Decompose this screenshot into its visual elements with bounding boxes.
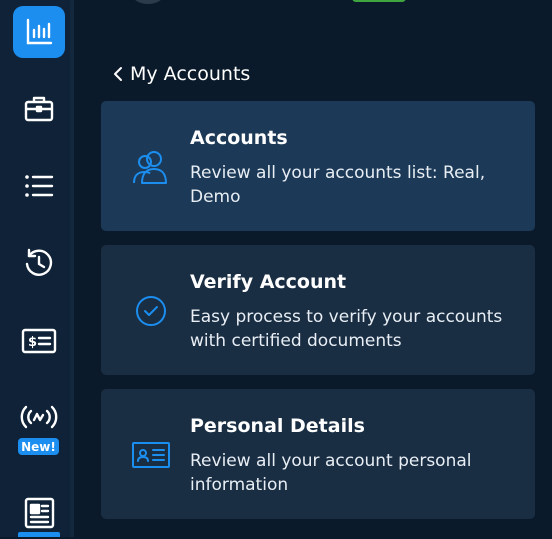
check-circle-icon [131, 293, 171, 329]
card-description: Easy process to verify your accounts wit… [190, 307, 503, 351]
card-title: Accounts [190, 127, 288, 149]
sidebar-item-analytics[interactable] [13, 6, 65, 58]
card-description: Review all your account personal informa… [190, 451, 472, 495]
sidebar-item-orders[interactable] [13, 160, 65, 212]
card-description: Review all your accounts list: Real, Dem… [190, 163, 486, 207]
avatar[interactable] [128, 0, 168, 4]
sidebar-item-deposit[interactable]: $ [13, 315, 65, 367]
svg-text:$: $ [28, 335, 37, 350]
sidebar-item-portfolio[interactable] [13, 83, 65, 135]
id-card-icon [131, 437, 171, 473]
verify-account-card[interactable]: Verify Account Easy process to verify yo… [101, 245, 535, 375]
back-label: My Accounts [130, 63, 251, 85]
broadcast-icon [20, 405, 58, 429]
card-title: Personal Details [190, 415, 365, 437]
briefcase-icon [24, 96, 54, 122]
sidebar-item-signals[interactable] [13, 391, 65, 443]
active-indicator [18, 532, 60, 537]
history-icon [25, 248, 53, 276]
personal-details-card[interactable]: Personal Details Review all your account… [101, 389, 535, 519]
sidebar-nav: $ New! [0, 0, 70, 537]
sidebar-divider [70, 0, 74, 537]
bar-chart-icon [26, 18, 53, 45]
list-icon [25, 175, 54, 197]
newspaper-icon [24, 497, 55, 529]
accounts-card[interactable]: Accounts Review all your accounts list: … [101, 101, 535, 231]
sidebar-item-history[interactable] [13, 237, 65, 289]
new-badge: New! [18, 438, 59, 455]
back-link[interactable]: My Accounts [112, 60, 250, 88]
users-icon [131, 149, 171, 185]
chevron-left-icon [114, 67, 122, 81]
card-title: Verify Account [190, 271, 347, 293]
cash-card-icon: $ [21, 328, 57, 354]
status-badge [352, 0, 406, 2]
